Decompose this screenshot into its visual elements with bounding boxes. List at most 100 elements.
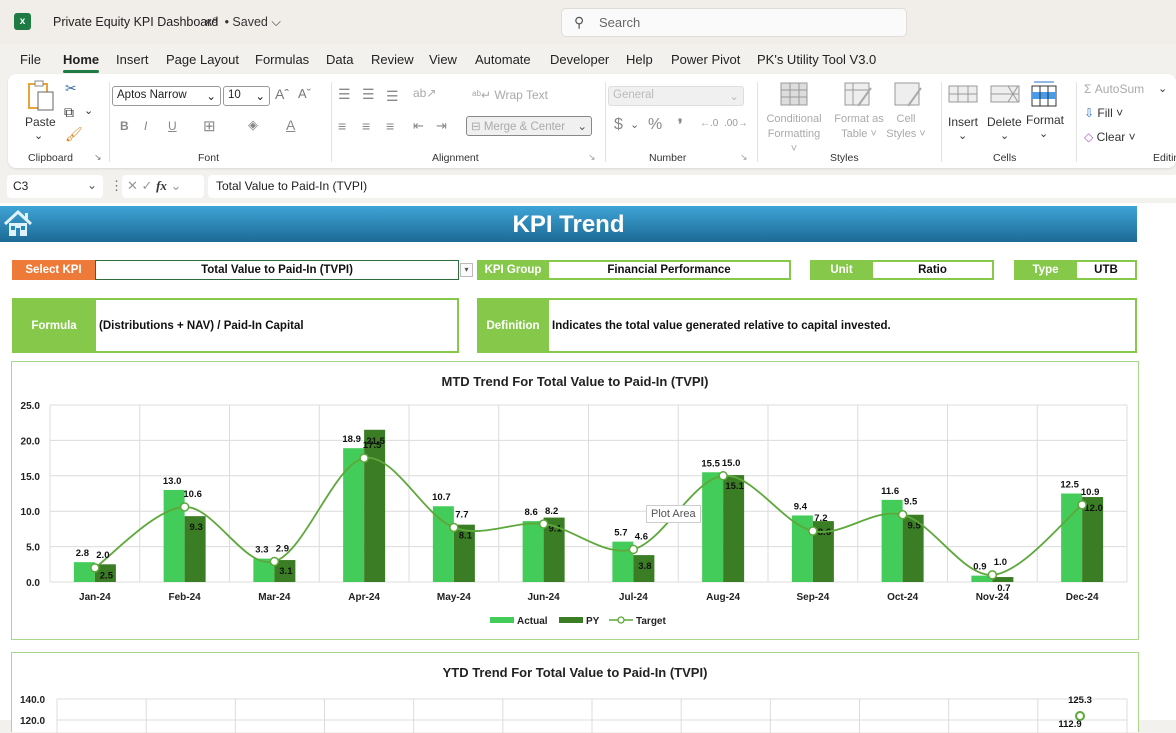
wrap-text-button[interactable]: ᵃᵇ↵ Wrap Text: [472, 88, 548, 102]
tab-developer[interactable]: Developer: [550, 52, 609, 67]
borders-icon[interactable]: ⊞: [203, 117, 216, 135]
clipboard-launcher-icon[interactable]: ↘: [94, 152, 102, 163]
data-label-actual: 13.0: [163, 476, 182, 487]
data-label-py: 3.1: [279, 566, 293, 577]
orientation-icon[interactable]: ab↗: [413, 86, 436, 100]
format-painter-icon[interactable]: 🖌: [65, 126, 83, 143]
increase-indent-icon[interactable]: ⇥: [436, 118, 447, 134]
tab-insert[interactable]: Insert: [116, 52, 149, 67]
align-right-icon[interactable]: ≡: [386, 118, 394, 134]
paste-dropdown[interactable]: ⌄: [34, 129, 43, 142]
formula-input[interactable]: Total Value to Paid-In (TVPI): [208, 175, 1176, 198]
decrease-font-icon[interactable]: Aˇ: [298, 86, 311, 101]
number-launcher-icon[interactable]: ↘: [740, 152, 748, 163]
cut-icon[interactable]: ✂: [65, 80, 77, 97]
merge-center-button[interactable]: ⊟ Merge & Center ⌄: [466, 116, 592, 136]
wrap-text-icon: ᵃᵇ↵: [472, 88, 492, 102]
data-label-py: 12.0: [1084, 503, 1103, 514]
tab-power-pivot[interactable]: Power Pivot: [671, 52, 740, 67]
font-group-label: Font: [198, 152, 220, 164]
conditional-formatting-button[interactable]: Conditional Formatting ˅: [763, 112, 825, 157]
save-status[interactable]: ጸ⁸ • Saved ⌵: [205, 15, 281, 30]
chevron-down-icon: ⌄: [577, 121, 587, 133]
select-kpi-dropdown[interactable]: Total Value to Paid-In (TVPI): [95, 260, 459, 280]
cell-styles-button[interactable]: Cell Styles ˅: [878, 112, 934, 142]
page-title: KPI Trend: [512, 211, 625, 238]
fill-color-icon[interactable]: ◈: [248, 117, 258, 133]
type-label: Type: [1014, 260, 1077, 280]
font-color-icon[interactable]: A: [286, 117, 295, 133]
mtd-chart[interactable]: MTD Trend For Total Value to Paid-In (TV…: [11, 361, 1139, 640]
tab-help[interactable]: Help: [626, 52, 653, 67]
conditional-formatting-icon: [780, 82, 808, 106]
tab-view[interactable]: View: [429, 52, 457, 67]
mtd-chart-svg: 0.0 5.0 10.0 15.0 20.0 25.0 2.8 2.5 Jan-24 13.0 9.…: [21, 401, 1128, 627]
fill-button[interactable]: ⇩ Fill ˅: [1084, 106, 1123, 120]
kpi-dropdown-arrow[interactable]: ▾: [460, 263, 473, 277]
chevron-down-icon: ⌄: [206, 91, 216, 103]
search-input[interactable]: ⚲ Search: [561, 8, 907, 37]
italic-button[interactable]: I: [144, 119, 147, 133]
alignment-launcher-icon[interactable]: ↘: [588, 152, 596, 163]
clear-button[interactable]: ◇ Clear ˅: [1084, 130, 1136, 144]
align-center-icon[interactable]: ≡: [362, 118, 370, 134]
data-label-target: 4.6: [635, 531, 648, 542]
decrease-indent-icon[interactable]: ⇤: [413, 118, 424, 134]
tab-page-layout[interactable]: Page Layout: [166, 52, 239, 67]
comma-button[interactable]: ❜: [678, 116, 683, 133]
currency-dropdown[interactable]: ⌄: [630, 118, 639, 131]
font-name-select[interactable]: Aptos Narrow ⌄: [112, 86, 221, 106]
currency-button[interactable]: $: [614, 116, 623, 134]
legend-label-py: PY: [586, 616, 600, 627]
font-size-select[interactable]: 10 ⌄: [223, 86, 270, 106]
autosum-dropdown[interactable]: ⌄: [1158, 82, 1167, 95]
paste-button[interactable]: Paste: [25, 115, 56, 129]
tab-data[interactable]: Data: [326, 52, 353, 67]
chevron-down-icon: ⌄: [255, 91, 265, 103]
align-left-icon[interactable]: ≡: [338, 118, 346, 134]
format-dropdown[interactable]: ⌄: [1039, 127, 1048, 140]
legend-label-actual: Actual: [517, 616, 548, 627]
tab-review[interactable]: Review: [371, 52, 414, 67]
copy-dropdown[interactable]: ⌄: [84, 104, 93, 117]
chevron-down-icon[interactable]: ⌄: [171, 178, 182, 193]
insert-button[interactable]: Insert: [948, 115, 978, 129]
number-format-select[interactable]: General ⌄: [608, 86, 744, 106]
increase-font-icon[interactable]: Aˆ: [275, 86, 289, 102]
insert-dropdown[interactable]: ⌄: [958, 129, 967, 142]
data-label-target: 1.0: [994, 557, 1007, 568]
increase-decimal-icon[interactable]: ←.0: [700, 118, 718, 129]
cancel-icon[interactable]: ✕: [127, 178, 138, 193]
merge-icon: ⊟: [471, 121, 481, 133]
plot-area-tooltip: Plot Area: [646, 505, 701, 523]
x-tick-label: Nov-24: [976, 592, 1010, 603]
search-icon: ⚲: [574, 14, 585, 30]
percent-button[interactable]: %: [648, 116, 662, 134]
tab-file[interactable]: File: [20, 52, 41, 67]
underline-button[interactable]: U: [168, 119, 177, 133]
align-top-icon[interactable]: ☰: [338, 86, 351, 103]
decrease-decimal-icon[interactable]: .00→: [724, 118, 748, 129]
name-box[interactable]: C3 ⌄: [7, 175, 103, 198]
paste-icon[interactable]: [26, 80, 56, 112]
ytd-chart[interactable]: YTD Trend For Total Value to Paid-In (TV…: [11, 652, 1139, 733]
conditional-label-2: Formatting ˅: [767, 128, 821, 155]
enter-icon[interactable]: ✓: [142, 178, 153, 193]
delete-dropdown[interactable]: ⌄: [1000, 129, 1009, 142]
tab-formulas[interactable]: Formulas: [255, 52, 309, 67]
align-middle-icon[interactable]: ☰: [362, 86, 375, 103]
delete-button[interactable]: Delete: [987, 115, 1022, 129]
format-as-table-icon: [844, 82, 872, 107]
bold-button[interactable]: B: [120, 119, 129, 133]
tab-automate[interactable]: Automate: [475, 52, 531, 67]
copy-icon[interactable]: ⧉: [64, 104, 74, 121]
ribbon: Paste ⌄ ✂ ⧉ ⌄ 🖌 Clipboard ↘ Aptos Narrow…: [8, 74, 1176, 168]
tab-home[interactable]: Home: [63, 52, 100, 73]
format-button[interactable]: Format: [1026, 113, 1064, 127]
autosum-button[interactable]: Σ AutoSum: [1084, 82, 1144, 96]
tab-pk-utility[interactable]: PK's Utility Tool V3.0: [757, 52, 876, 67]
insert-function-icon[interactable]: fx: [156, 178, 167, 193]
align-bottom-icon[interactable]: ☰: [386, 88, 399, 105]
data-label-py: 15.1: [725, 481, 744, 492]
y-tick-label: 120.0: [20, 716, 45, 727]
